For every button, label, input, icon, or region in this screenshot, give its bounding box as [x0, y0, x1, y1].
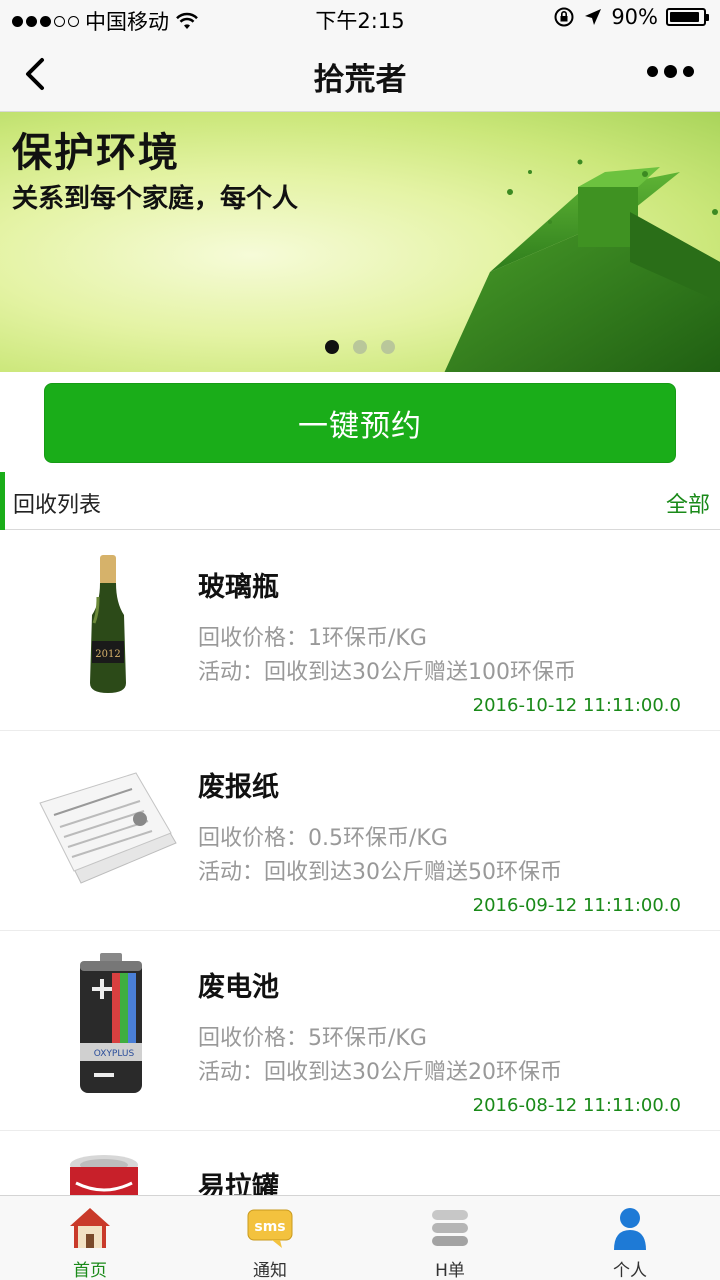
- item-activity: 活动：回收到达30公斤赠送100环保币: [198, 660, 576, 685]
- tab-label: H单: [435, 1261, 465, 1280]
- item-date: 2016-10-12 11:11:00.0: [472, 695, 681, 716]
- location-arrow-icon: [585, 9, 602, 25]
- battery-icon: OXYPLUS: [80, 953, 142, 1093]
- person-icon: [614, 1208, 646, 1250]
- banner-carousel[interactable]: 保护环境 关系到每个家庭，每个人: [0, 112, 720, 372]
- champagne-bottle-icon: 2012: [90, 555, 126, 693]
- item-date: 2016-08-12 11:11:00.0: [472, 1095, 681, 1116]
- tab-home[interactable]: 首页: [0, 1196, 180, 1280]
- tab-notifications[interactable]: sms 通知: [180, 1196, 360, 1280]
- carousel-indicator: [0, 340, 720, 354]
- section-accent-bar: [0, 472, 5, 530]
- tab-bar: 首页 sms 通知 H单 个人: [0, 1195, 720, 1280]
- list-item[interactable]: 2012 玻璃瓶 回收价格：1环保币/KG 活动：回收到达30公斤赠送100环保…: [0, 531, 720, 731]
- svg-text:sms: sms: [254, 1219, 285, 1235]
- item-activity: 活动：回收到达30公斤赠送20环保币: [198, 1060, 562, 1085]
- section-title: 回收列表: [13, 493, 102, 518]
- tab-label: 通知: [253, 1261, 287, 1280]
- carousel-dot[interactable]: [353, 340, 367, 354]
- newspaper-icon: [39, 772, 177, 884]
- banner-title: 保护环境: [12, 130, 180, 176]
- banner-subtitle: 关系到每个家庭，每个人: [12, 184, 299, 214]
- battery-percent: 90%: [611, 5, 658, 29]
- view-all-link[interactable]: 全部: [666, 487, 710, 519]
- item-price: 回收价格：5环保币/KG: [198, 1026, 427, 1051]
- grass-house-image: [444, 159, 720, 372]
- item-name: 废报纸: [198, 772, 279, 803]
- recycle-list-header: 回收列表 全部: [0, 472, 720, 530]
- item-activity: 活动：回收到达30公斤赠送50环保币: [198, 860, 562, 885]
- item-name: 玻璃瓶: [198, 572, 279, 603]
- nav-bar: 拾荒者: [0, 36, 720, 112]
- page-title: 拾荒者: [313, 62, 407, 98]
- svg-text:OXYPLUS: OXYPLUS: [94, 1049, 135, 1059]
- tab-personal[interactable]: 个人: [540, 1196, 720, 1280]
- svg-text:2012: 2012: [95, 649, 120, 660]
- item-date: 2016-09-12 11:11:00.0: [472, 895, 681, 916]
- status-bar: 中国移动 下午2:15 90%: [0, 0, 720, 36]
- status-right: 90%: [553, 5, 709, 29]
- item-price: 回收价格：1环保币/KG: [198, 626, 427, 651]
- more-options-icon[interactable]: [647, 65, 694, 78]
- item-name: 废电池: [198, 972, 279, 1003]
- home-icon: [70, 1208, 110, 1248]
- recycle-list: 2012 玻璃瓶 回收价格：1环保币/KG 活动：回收到达30公斤赠送100环保…: [0, 531, 720, 1280]
- carousel-dot[interactable]: [381, 340, 395, 354]
- rotation-lock-icon: [554, 7, 574, 27]
- item-price: 回收价格：0.5环保币/KG: [198, 826, 448, 851]
- sms-icon: sms: [247, 1209, 293, 1248]
- battery-icon: [666, 8, 709, 26]
- battery-level: [670, 12, 699, 22]
- one-click-booking-button[interactable]: 一键预约: [44, 383, 676, 463]
- list-item[interactable]: 废报纸 回收价格：0.5环保币/KG 活动：回收到达30公斤赠送50环保币 20…: [0, 731, 720, 931]
- list-item[interactable]: OXYPLUS 废电池 回收价格：5环保币/KG 活动：回收到达30公斤赠送20…: [0, 931, 720, 1131]
- tab-label: 个人: [613, 1261, 647, 1280]
- carousel-dot[interactable]: [325, 340, 339, 354]
- stack-icon: [432, 1210, 468, 1246]
- tab-label: 首页: [73, 1261, 107, 1280]
- tab-h-orders[interactable]: H单: [360, 1196, 540, 1280]
